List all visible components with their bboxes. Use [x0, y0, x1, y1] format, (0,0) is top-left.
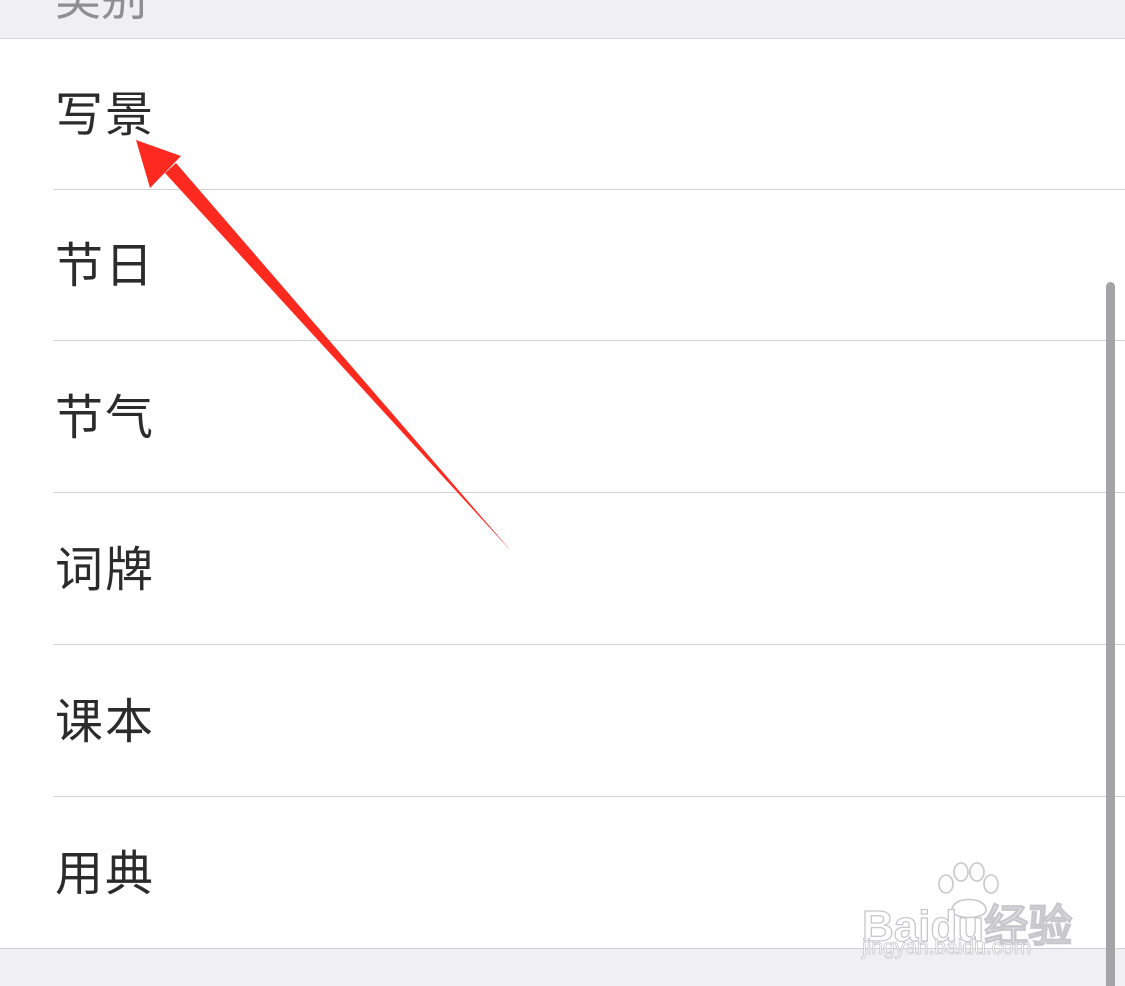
section-header: 类别 [0, 0, 1125, 39]
category-item-label: 词牌 [55, 542, 156, 598]
category-item-yongdian[interactable]: 用典 [0, 798, 1125, 949]
vertical-scrollbar[interactable] [1106, 282, 1115, 986]
row-separator [54, 340, 1125, 341]
category-picker-screen: 类别 写景 节日 节气 词牌 课本 用典 [0, 0, 1125, 986]
category-list: 写景 节日 节气 词牌 课本 用典 [0, 39, 1125, 949]
category-item-label: 课本 [55, 694, 156, 750]
category-item-label: 写景 [55, 87, 156, 143]
row-separator [54, 644, 1125, 645]
category-item-jieqi[interactable]: 节气 [0, 342, 1125, 493]
category-item-keben[interactable]: 课本 [0, 646, 1125, 797]
grouped-footer-background [0, 948, 1125, 986]
row-separator [54, 796, 1125, 797]
section-header-label: 类别 [55, 0, 147, 24]
category-item-xiejing[interactable]: 写景 [0, 39, 1125, 190]
category-item-label: 节日 [55, 238, 156, 294]
category-item-jieri[interactable]: 节日 [0, 190, 1125, 341]
category-item-label: 节气 [55, 390, 156, 446]
category-item-cipai[interactable]: 词牌 [0, 494, 1125, 645]
category-item-label: 用典 [55, 846, 156, 902]
row-separator [54, 492, 1125, 493]
